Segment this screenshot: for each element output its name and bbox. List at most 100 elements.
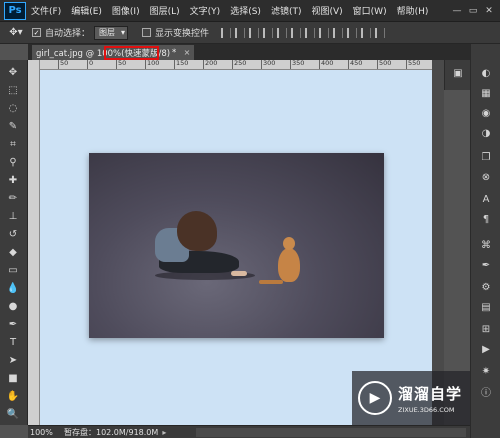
move-tool-preset-icon[interactable]: ✥▾ [4,25,28,41]
auto-select-dropdown[interactable]: 图层 [94,25,129,40]
ruler-tick: 200 [203,60,217,69]
align-right-icon[interactable] [291,27,302,38]
document-close-icon[interactable]: × [184,48,191,57]
girl-hair-shape [177,211,217,251]
pen-tool-icon[interactable]: ✒ [5,316,21,332]
character-panel-icon[interactable]: A [479,192,493,206]
menu-image[interactable]: 图像(I) [107,4,145,17]
menu-edit[interactable]: 编辑(E) [66,4,107,17]
path-selection-tool-icon[interactable]: ➤ [5,352,21,368]
ruler-tick: 0 [87,60,93,69]
settings-panel-icon[interactable]: ✷ [479,364,493,378]
ruler-tick: 50 [116,60,126,69]
document-tab-strip: girl_cat.jpg @ 100%(快速蒙版/8) * × [28,44,470,60]
actions-panel-icon[interactable]: ▶ [479,342,493,356]
navigator-panel-icon[interactable]: ⊞ [479,322,493,336]
quick-select-tool-icon[interactable]: ✎ [5,118,21,134]
history-brush-tool-icon[interactable]: ↺ [5,226,21,242]
menu-file[interactable]: 文件(F) [26,4,66,17]
marquee-tool-icon[interactable]: ⬚ [5,82,21,98]
type-tool-icon[interactable]: T [5,334,21,350]
menu-filter[interactable]: 滤镜(T) [266,4,307,17]
lasso-tool-icon[interactable]: ◌ [5,100,21,116]
align-top-icon[interactable] [221,27,232,38]
menu-type[interactable]: 文字(Y) [185,4,226,17]
shape-tool-icon[interactable]: ■ [5,370,21,386]
scratch-disk-info: 暂存盘：102.0M/918.0M [64,427,159,437]
zoom-tool-icon[interactable]: 🔍 [5,406,21,422]
cat-body-shape [278,248,300,282]
paragraph-panel-icon[interactable]: ¶ [479,212,493,226]
clone-stamp-tool-icon[interactable]: ⊥ [5,208,21,224]
ruler-tick: 250 [232,60,246,69]
distribute-left-icon[interactable] [347,27,358,38]
timeline-panel-icon[interactable]: ▤ [479,300,493,314]
distribute-bottom-icon[interactable] [333,27,344,38]
paths-panel-icon[interactable]: ⌘ [479,238,493,252]
restore-button[interactable]: ▭ [466,5,480,17]
auto-select-checkbox[interactable]: ✓ [32,28,41,37]
show-transform-label: 显示变换控件 [155,29,210,39]
status-bar: 100% 暂存盘：102.0M/918.0M ▸ [28,425,470,438]
distribute-vcenter-icon[interactable] [319,27,330,38]
menu-window[interactable]: 窗口(W) [348,4,392,17]
auto-select-label: 自动选择： [45,29,91,39]
crop-tool-icon[interactable]: ⌗ [5,136,21,152]
girl-feet-shape [231,271,247,276]
color-panel-icon[interactable]: ◐ [479,66,493,80]
menu-layer[interactable]: 图层(L) [145,4,185,17]
watermark: ▶ 溜溜自学 ZIXUE.3D66.COM [352,371,470,425]
ruler-tick: 500 [377,60,391,69]
vertical-ruler [28,60,40,425]
quick-mask-highlight-box [104,46,159,60]
tools-panel: ✥ ⬚ ◌ ✎ ⌗ ⚲ ✚ ✏ ⊥ ↺ ◆ ▭ 💧 ● ✒ T ➤ ■ ✋ 🔍 [0,60,28,425]
eyedropper-tool-icon[interactable]: ⚲ [5,154,21,170]
channels-panel-icon[interactable]: ⊗ [479,170,493,184]
close-button[interactable]: ✕ [482,5,496,17]
ruler-tick: 150 [174,60,188,69]
layers-panel-icon[interactable]: ❐ [479,150,493,164]
minimize-button[interactable]: — [450,5,464,17]
status-menu-arrow-icon[interactable]: ▸ [162,428,166,437]
distribute-right-icon[interactable] [375,27,386,38]
horizontal-scrollbar[interactable] [196,427,466,437]
dodge-tool-icon[interactable]: ● [5,298,21,314]
align-vcenter-icon[interactable] [235,27,246,38]
distribute-top-icon[interactable] [305,27,316,38]
swatches-panel-icon[interactable]: ▦ [479,86,493,100]
panel-dock: ◐ ▦ ◉ ◑ ❐ ⊗ A ¶ ⌘ ✒ ⚙ ▤ ⊞ ▶ ✷ ⓘ [470,44,500,438]
menu-bar: Ps 文件(F) 编辑(E) 图像(I) 图层(L) 文字(Y) 选择(S) 滤… [0,0,500,22]
watermark-title: 溜溜自学 [398,384,463,403]
blur-tool-icon[interactable]: 💧 [5,280,21,296]
distribute-hcenter-icon[interactable] [361,27,372,38]
move-tool-icon[interactable]: ✥ [5,64,21,80]
hand-tool-icon[interactable]: ✋ [5,388,21,404]
gradient-tool-icon[interactable]: ▭ [5,262,21,278]
info-panel-icon[interactable]: ⓘ [479,384,493,399]
eraser-tool-icon[interactable]: ◆ [5,244,21,260]
show-transform-checkbox[interactable] [142,28,152,37]
align-bottom-icon[interactable] [249,27,260,38]
layer-comps-icon[interactable]: ▣ [451,66,465,80]
watermark-play-icon: ▶ [358,381,392,415]
watermark-text: 溜溜自学 ZIXUE.3D66.COM [398,383,462,414]
window-controls: — ▭ ✕ [450,5,496,17]
cat-tail-shape [259,280,283,284]
menu-select[interactable]: 选择(S) [225,4,266,17]
tool-presets-icon[interactable]: ⚙ [479,280,493,294]
align-hcenter-icon[interactable] [277,27,288,38]
align-left-icon[interactable] [263,27,274,38]
menu-view[interactable]: 视图(V) [306,4,347,17]
brushes-panel-icon[interactable]: ✒ [479,258,493,272]
brush-tool-icon[interactable]: ✏ [5,190,21,206]
align-buttons [221,27,386,38]
healing-brush-tool-icon[interactable]: ✚ [5,172,21,188]
styles-panel-icon[interactable]: ◉ [479,106,493,120]
ruler-tick: 400 [319,60,333,69]
girl-cat-photo[interactable] [89,153,384,338]
cat-head-shape [283,237,295,250]
ruler-tick: 300 [261,60,275,69]
menu-help[interactable]: 帮助(H) [392,4,434,17]
adjustments-panel-icon[interactable]: ◑ [479,126,493,140]
zoom-level[interactable]: 100% [28,428,54,437]
